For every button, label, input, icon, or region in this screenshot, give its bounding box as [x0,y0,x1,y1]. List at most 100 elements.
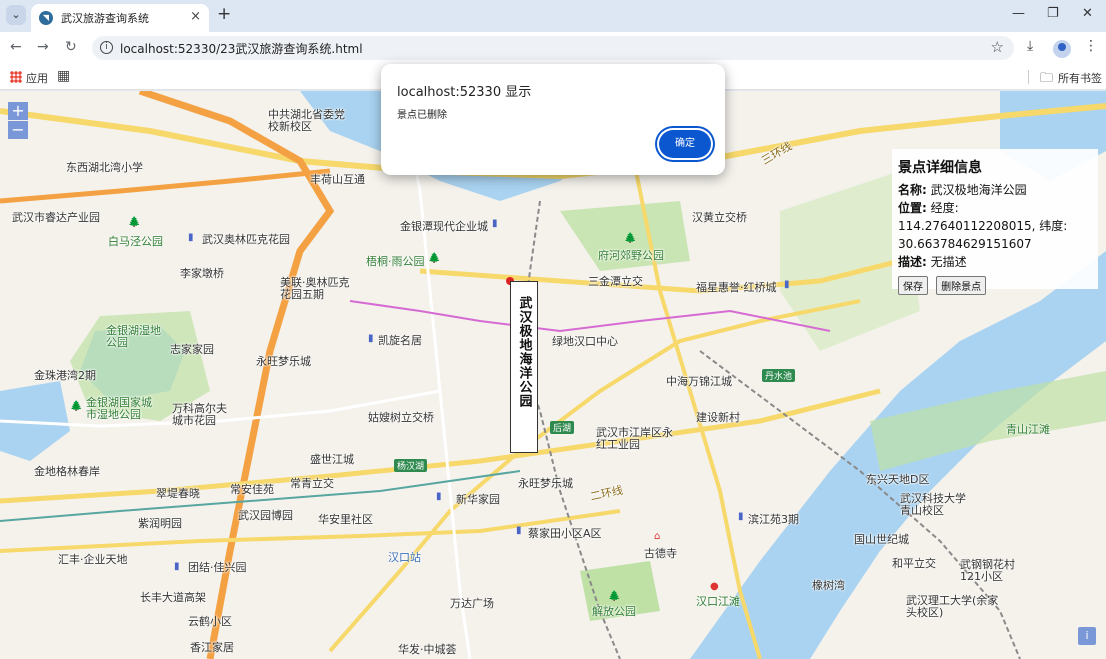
temple-icon: ⌂ [654,531,661,542]
map-label: 万科高尔夫城市花园 [172,402,227,427]
tree-icon: 🌲 [70,401,83,412]
metro-line-pink [349,300,831,333]
map-label: 紫润明园 [138,517,182,530]
minimize-icon[interactable]: — [1012,6,1025,21]
map-label: 和平立交 [892,557,936,570]
map-label: 后湖 [550,421,575,434]
tab-close-icon[interactable]: × [190,9,201,24]
page-favicon-icon: ◥ [39,11,53,25]
building-icon: ▮ [174,561,180,572]
map-label: 青山江滩 [1006,423,1050,436]
detail-actions: 保存 删除景点 [898,275,1092,295]
bookmarks-divider [1028,70,1029,84]
folder-icon[interactable]: 🗀 [1040,69,1053,91]
tab-groups-icon[interactable]: ▦ [57,68,70,84]
map-label: 国山世纪城 [854,533,909,546]
save-button[interactable]: 保存 [898,276,928,295]
kebab-menu-icon[interactable]: ⋮ [1084,38,1098,54]
map-label: 梧桐·雨公园 [366,255,425,268]
map-label: 盛世江城 [310,453,354,466]
map-label: 武汉理工大学(余家头校区) [906,594,999,619]
map-label: 新华家园 [456,493,500,506]
map-canvas[interactable]: + − 中共湖北省委党校新校区 东西湖北湾小学 丰荷山互通 武汉市睿达产业园 白… [0,91,1106,659]
zoom-in-button[interactable]: + [8,102,28,120]
map-label: 府河郊野公园 [598,249,664,262]
map-label: 武钢钢花村121小区 [960,558,1015,583]
bookmark-star-icon[interactable]: ☆ [991,38,1004,56]
building-icon: ▮ [368,333,374,344]
apps-icon[interactable] [10,71,22,83]
map-label: 东兴天地D区 [866,473,930,486]
ok-button[interactable]: 确定 [659,130,711,158]
detail-description-row: 描述: 无描述 [898,253,1092,271]
detail-description-label: 描述: [898,255,927,269]
map-label: 美联·奥林匹克花园五期 [280,276,350,301]
map-label: 丹水池 [762,369,796,382]
tab-active[interactable]: ◥ 武汉旅游查询系统 × [31,4,209,32]
map-label: 杨汉湖 [394,459,428,472]
attraction-popup[interactable]: 武汉极地海洋公园 [510,281,538,453]
zoom-out-button[interactable]: − [8,121,28,139]
close-window-icon[interactable]: ✕ [1082,6,1093,21]
landmark-icon: ● [710,581,719,592]
road-north [0,168,331,204]
tree-icon: 🌲 [624,233,637,244]
map-label: 金银湖湿地公园 [106,324,161,349]
reload-icon[interactable]: ↻ [65,39,77,55]
map-label: 蔡家田小区A区 [528,527,602,540]
forward-icon[interactable]: → [37,39,49,55]
download-icon[interactable]: ⤓ [1027,38,1033,54]
popup-attraction-name: 武汉极地海洋公园 [516,296,532,408]
map-label: 橡树湾 [812,579,845,592]
tab-strip: ⌄ ◥ 武汉旅游查询系统 × + — ❐ ✕ [0,0,1106,32]
map-label: 武汉市江岸区永红工业园 [596,426,673,451]
map-label: 滨江苑3期 [748,513,799,526]
map-label: 白马泾公园 [108,235,163,248]
map-label: 汉口江滩 [696,595,740,608]
map-label: 福星惠誉·红桥城 [696,281,777,294]
map-label: 香江家居 [190,641,234,654]
address-bar[interactable]: i localhost:52330/23武汉旅游查询系统.html ☆ [92,36,1014,60]
map-label: 金银湖国家城市湿地公园 [86,396,152,421]
all-bookmarks-label[interactable]: 所有书签 [1058,70,1102,86]
tab-title: 武汉旅游查询系统 [61,12,149,25]
site-info-icon[interactable]: i [100,41,113,54]
tree-icon: 🌲 [608,591,621,602]
map-label: 武汉园博园 [238,509,293,522]
new-tab-button[interactable]: + [217,5,231,23]
attraction-detail-panel: 景点详细信息 名称: 武汉极地海洋公园 位置: 经度: 114.27640112… [892,149,1098,295]
building-icon: ▮ [436,491,442,502]
map-label: 凯旋名居 [378,334,422,347]
map-label: 志家家园 [170,343,214,356]
map-label: 李家墩桥 [180,267,224,280]
restore-icon[interactable]: ❐ [1047,6,1059,21]
map-label: 团结·佳兴园 [188,561,247,574]
map-label: 东西湖北湾小学 [66,161,143,174]
map-info-icon[interactable]: i [1078,627,1096,645]
profile-avatar[interactable] [1053,40,1071,58]
map-label: 解放公园 [592,605,636,618]
back-icon[interactable]: ← [10,39,22,55]
delete-attraction-button[interactable]: 删除景点 [936,276,987,295]
map-label: 武汉科技大学青山校区 [900,492,966,517]
map-label: 绿地汉口中心 [552,335,618,348]
url-text[interactable]: localhost:52330/23武汉旅游查询系统.html [120,40,363,57]
map-label: 武汉市睿达产业园 [12,211,100,224]
detail-name-value: 武汉极地海洋公园 [930,183,1027,197]
map-label: 常青立交 [290,477,334,490]
map-label: 中共湖北省委党校新校区 [268,108,345,133]
building-icon: ▮ [492,218,498,229]
map-label: 华发·中城荟 [398,643,457,656]
map-label: 长丰大道高架 [140,591,206,604]
map-label: 金珠港湾2期 [34,369,96,382]
map-label: 万达广场 [450,597,494,610]
building-icon: ▮ [516,525,522,536]
map-label: 永旺梦乐城 [256,355,311,368]
tab-search-chevron-icon[interactable]: ⌄ [6,5,26,25]
dialog-title: localhost:52330 显示 [397,85,532,100]
map-label: 建设新村 [696,411,740,424]
map-label: 汉口站 [388,551,421,564]
apps-label[interactable]: 应用 [26,70,48,86]
map-label: 中海万锦江城 [666,375,732,388]
map-label: 永旺梦乐城 [518,477,573,490]
